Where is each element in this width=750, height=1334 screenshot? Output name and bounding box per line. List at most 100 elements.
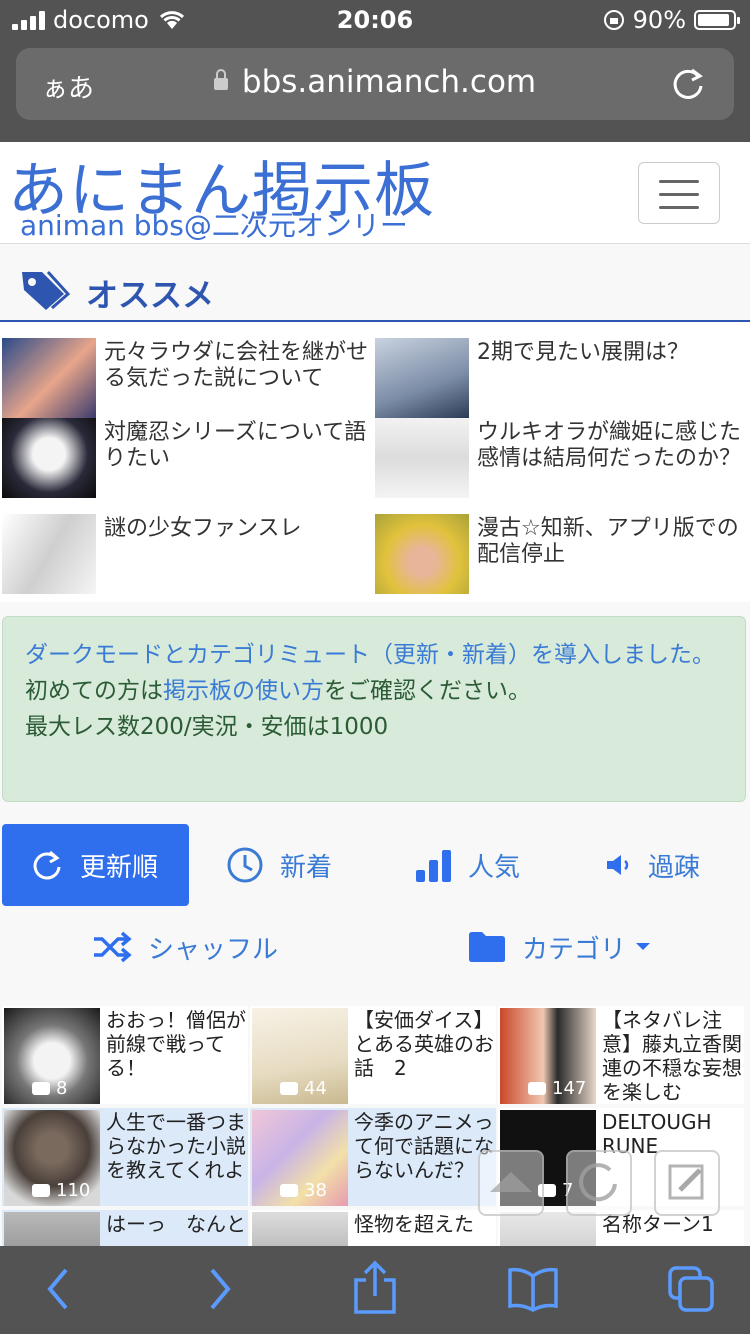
scroll-top-button[interactable] xyxy=(478,1150,544,1216)
notice-box: ダークモードとカテゴリミュート（更新・新着）を導入しました。 初めての方は掲示板… xyxy=(2,616,746,802)
refresh-icon xyxy=(33,850,61,880)
thread-title: はーっ なんと xyxy=(106,1212,246,1236)
recommended-item-title: 対魔忍シリーズについて語りたい xyxy=(104,420,367,471)
refresh-icon xyxy=(579,1163,617,1202)
category-label: カテゴリ xyxy=(522,934,627,965)
thread-title: 今季のアニメって何で話題にならないんだ？ xyxy=(354,1110,494,1182)
reply-count: 38 xyxy=(280,1180,327,1201)
recommended-item-title: 元々ラウダに会社を継がせる気だった説について xyxy=(104,340,369,391)
url-label: bbs.animanch.com xyxy=(241,64,537,100)
orientation-lock-icon xyxy=(603,10,624,30)
caret-down-icon xyxy=(636,943,651,950)
thumbnail xyxy=(375,418,469,498)
comment-icon xyxy=(32,1184,50,1197)
share-icon[interactable] xyxy=(352,1260,398,1316)
menu-toggle-button[interactable] xyxy=(638,162,720,224)
recommended-item-title: 漫古☆知新、アプリ版での配信停止 xyxy=(477,516,739,567)
reply-count-label: 44 xyxy=(304,1078,327,1099)
reply-count: 110 xyxy=(32,1180,90,1201)
comment-icon xyxy=(528,1082,546,1095)
thread-title: 【安価ダイス】とある英雄のお話 2 xyxy=(354,1008,494,1080)
status-right: 90% xyxy=(603,6,740,34)
folder-icon xyxy=(469,932,505,962)
bar-chart-icon xyxy=(416,850,451,882)
category-dropdown[interactable]: カテゴリ xyxy=(468,906,652,988)
refresh-button[interactable] xyxy=(566,1150,632,1216)
max-replies-text: 最大レス数200/実況・安価は1000 xyxy=(25,714,389,740)
thumbnail xyxy=(2,418,96,498)
recommended-item[interactable]: 謎の少女ファンスレ xyxy=(2,514,372,594)
recommended-header: オススメ xyxy=(0,244,750,322)
hamburger-icon xyxy=(659,180,699,183)
site-navbar: あにまん掲示板 animan bbs@二次元オンリー xyxy=(0,142,750,244)
sort-new-label: 新着 xyxy=(280,852,333,883)
shuffle-label: シャッフル xyxy=(148,934,279,965)
recommended-item[interactable]: 漫古☆知新、アプリ版での配信停止 xyxy=(375,514,745,594)
sort-popular-label: 人気 xyxy=(468,852,521,883)
thumbnail xyxy=(375,338,469,418)
notice-text: 初めての方は xyxy=(25,678,163,704)
url-text[interactable]: bbs.animanch.com xyxy=(16,64,734,100)
thread-card[interactable]: はーっ なんと xyxy=(2,1210,248,1246)
thread-title: 人生で一番つまらなかった小説を教えてくれよ xyxy=(106,1110,246,1182)
site-subtitle: animan bbs@二次元オンリー xyxy=(20,209,408,242)
pencil-icon xyxy=(668,1164,704,1200)
status-bar: docomo 20:06 90% xyxy=(0,0,750,42)
thread-card[interactable]: 110 人生で一番つまらなかった小説を教えてくれよ xyxy=(2,1108,248,1206)
lock-icon xyxy=(213,69,228,90)
sort-sparse-label: 過疎 xyxy=(648,852,701,883)
thumbnail xyxy=(4,1212,100,1246)
comment-icon xyxy=(280,1082,298,1095)
sort-new-tab[interactable]: 新着 xyxy=(226,824,332,906)
recommended-list: 元々ラウダに会社を継がせる気だった説について 2期で見たい展開は？ 対魔忍シリー… xyxy=(0,322,750,602)
thread-card[interactable]: 44 【安価ダイス】とある英雄のお話 2 xyxy=(250,1006,496,1104)
sort-popular-tab[interactable]: 人気 xyxy=(416,824,520,906)
thread-card[interactable]: 8 おおっ！僧侶が前線で戦ってる！ xyxy=(2,1006,248,1104)
forward-icon[interactable] xyxy=(204,1264,236,1314)
reply-count: 147 xyxy=(528,1078,586,1099)
tabs-icon[interactable] xyxy=(666,1264,716,1314)
bookmarks-icon[interactable] xyxy=(506,1264,560,1314)
sort-update-label: 更新順 xyxy=(80,852,159,883)
thread-title: おおっ！僧侶が前線で戦ってる！ xyxy=(106,1008,246,1080)
thread-title: 怪物を超えた xyxy=(354,1212,474,1236)
recommended-item-title: ウルキオラが織姫に感じた感情は結局何だったのか？ xyxy=(477,420,742,471)
browser-toolbar xyxy=(0,1246,750,1334)
recommended-item[interactable]: 対魔忍シリーズについて語りたい xyxy=(2,418,372,498)
recommended-item[interactable]: 元々ラウダに会社を継がせる気だった説について xyxy=(2,338,372,418)
recommended-item[interactable]: ウルキオラが織姫に感じた感情は結局何だったのか？ xyxy=(375,418,745,498)
thread-card[interactable]: 147 【ネタバレ注意】藤丸立香関連の不穏な妄想を楽しむ xyxy=(498,1006,744,1104)
thumbnail xyxy=(375,514,469,594)
hamburger-icon-line xyxy=(659,193,699,196)
back-icon[interactable] xyxy=(42,1264,74,1314)
reload-icon[interactable] xyxy=(668,64,708,104)
thumbnail xyxy=(2,338,96,418)
reply-count-label: 147 xyxy=(552,1078,587,1099)
sort-update-tab[interactable]: 更新順 xyxy=(2,824,189,906)
address-bar[interactable]: ぁあ bbs.animanch.com xyxy=(16,48,734,120)
comment-icon xyxy=(280,1184,298,1197)
battery-percent: 90% xyxy=(632,6,686,34)
new-thread-button[interactable] xyxy=(654,1150,720,1216)
hamburger-icon-line xyxy=(659,206,699,209)
thread-title: 【ネタバレ注意】藤丸立香関連の不穏な妄想を楽しむ xyxy=(602,1008,742,1104)
shuffle-button[interactable]: シャッフル xyxy=(92,906,278,988)
thread-card[interactable]: 怪物を超えた xyxy=(250,1210,496,1246)
recommended-item[interactable]: 2期で見たい展開は？ xyxy=(375,338,745,418)
sort-sparse-tab[interactable]: 過疎 xyxy=(604,824,700,906)
reply-count: 8 xyxy=(32,1078,67,1099)
recommended-item-title: 2期で見たい展開は？ xyxy=(477,340,689,365)
recommended-item-title: 謎の少女ファンスレ xyxy=(104,516,302,541)
reply-count-label: 38 xyxy=(304,1180,327,1201)
darkmode-announcement-link[interactable]: ダークモードとカテゴリミュート（更新・新着）を導入しました。 xyxy=(25,642,715,668)
arrow-up-icon xyxy=(490,1172,532,1192)
browser-chrome-top: docomo 20:06 90% ぁあ bbs.animanch.com xyxy=(0,0,750,142)
usage-guide-link[interactable]: 掲示板の使い方 xyxy=(163,678,324,704)
tag-icon xyxy=(22,270,70,310)
thread-card[interactable]: 38 今季のアニメって何で話題にならないんだ？ xyxy=(250,1108,496,1206)
notice-text-after: をご確認ください。 xyxy=(324,678,531,704)
speaker-icon xyxy=(607,855,629,875)
shuffle-icon xyxy=(94,931,132,963)
comment-icon xyxy=(32,1082,50,1095)
battery-icon xyxy=(694,10,740,30)
